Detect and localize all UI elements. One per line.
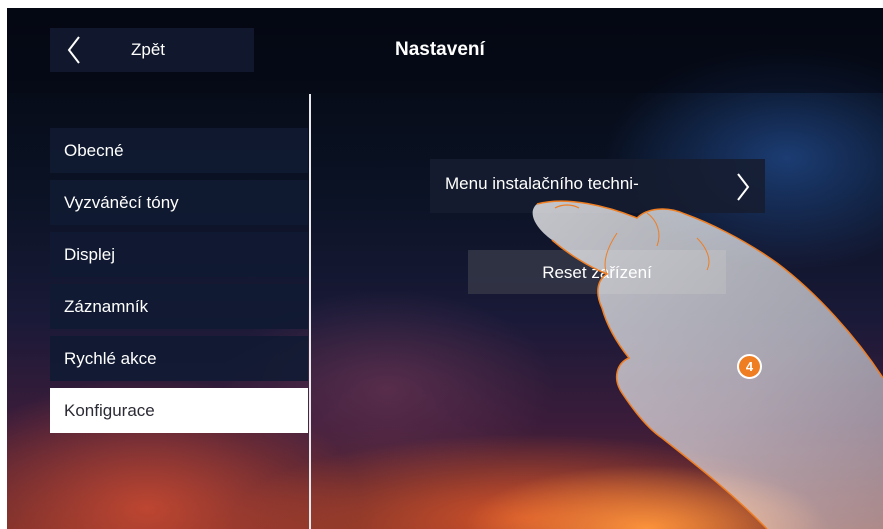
sidebar-item-answering-machine[interactable]: Záznamník: [50, 284, 308, 329]
sidebar-item-configuration[interactable]: Konfigurace: [50, 388, 308, 433]
chevron-left-icon: [67, 36, 80, 64]
step-number-badge: 4: [737, 354, 762, 379]
sidebar-item-quick-actions[interactable]: Rychlé akce: [50, 336, 308, 381]
installer-menu-button[interactable]: Menu instalačního techni-: [430, 159, 765, 213]
back-button-label: Zpět: [131, 40, 166, 59]
sidebar-item-label: Konfigurace: [64, 401, 155, 420]
sidebar-item-display[interactable]: Displej: [50, 232, 308, 277]
sidebar-item-label: Vyzváněcí tóny: [64, 193, 179, 212]
installer-menu-label: Menu instalačního techni-: [445, 174, 639, 193]
back-button[interactable]: Zpět: [50, 28, 254, 72]
device-screen: Zpět Nastavení Obecné Vyzváněcí tóny Dis…: [7, 8, 883, 529]
page-title: Nastavení: [395, 39, 485, 60]
sidebar-item-label: Displej: [64, 245, 116, 264]
reset-device-label: Reset zařízení: [542, 263, 652, 282]
chevron-right-icon: [737, 173, 750, 201]
sidebar-item-ringtones[interactable]: Vyzváněcí tóny: [50, 180, 308, 225]
reset-device-button[interactable]: Reset zařízení: [468, 250, 726, 294]
sidebar-divider: [309, 94, 311, 529]
sidebar-item-general[interactable]: Obecné: [50, 128, 308, 173]
sidebar-item-label: Rychlé akce: [64, 349, 157, 368]
sidebar-item-label: Záznamník: [64, 297, 149, 316]
sidebar-item-label: Obecné: [64, 141, 124, 160]
